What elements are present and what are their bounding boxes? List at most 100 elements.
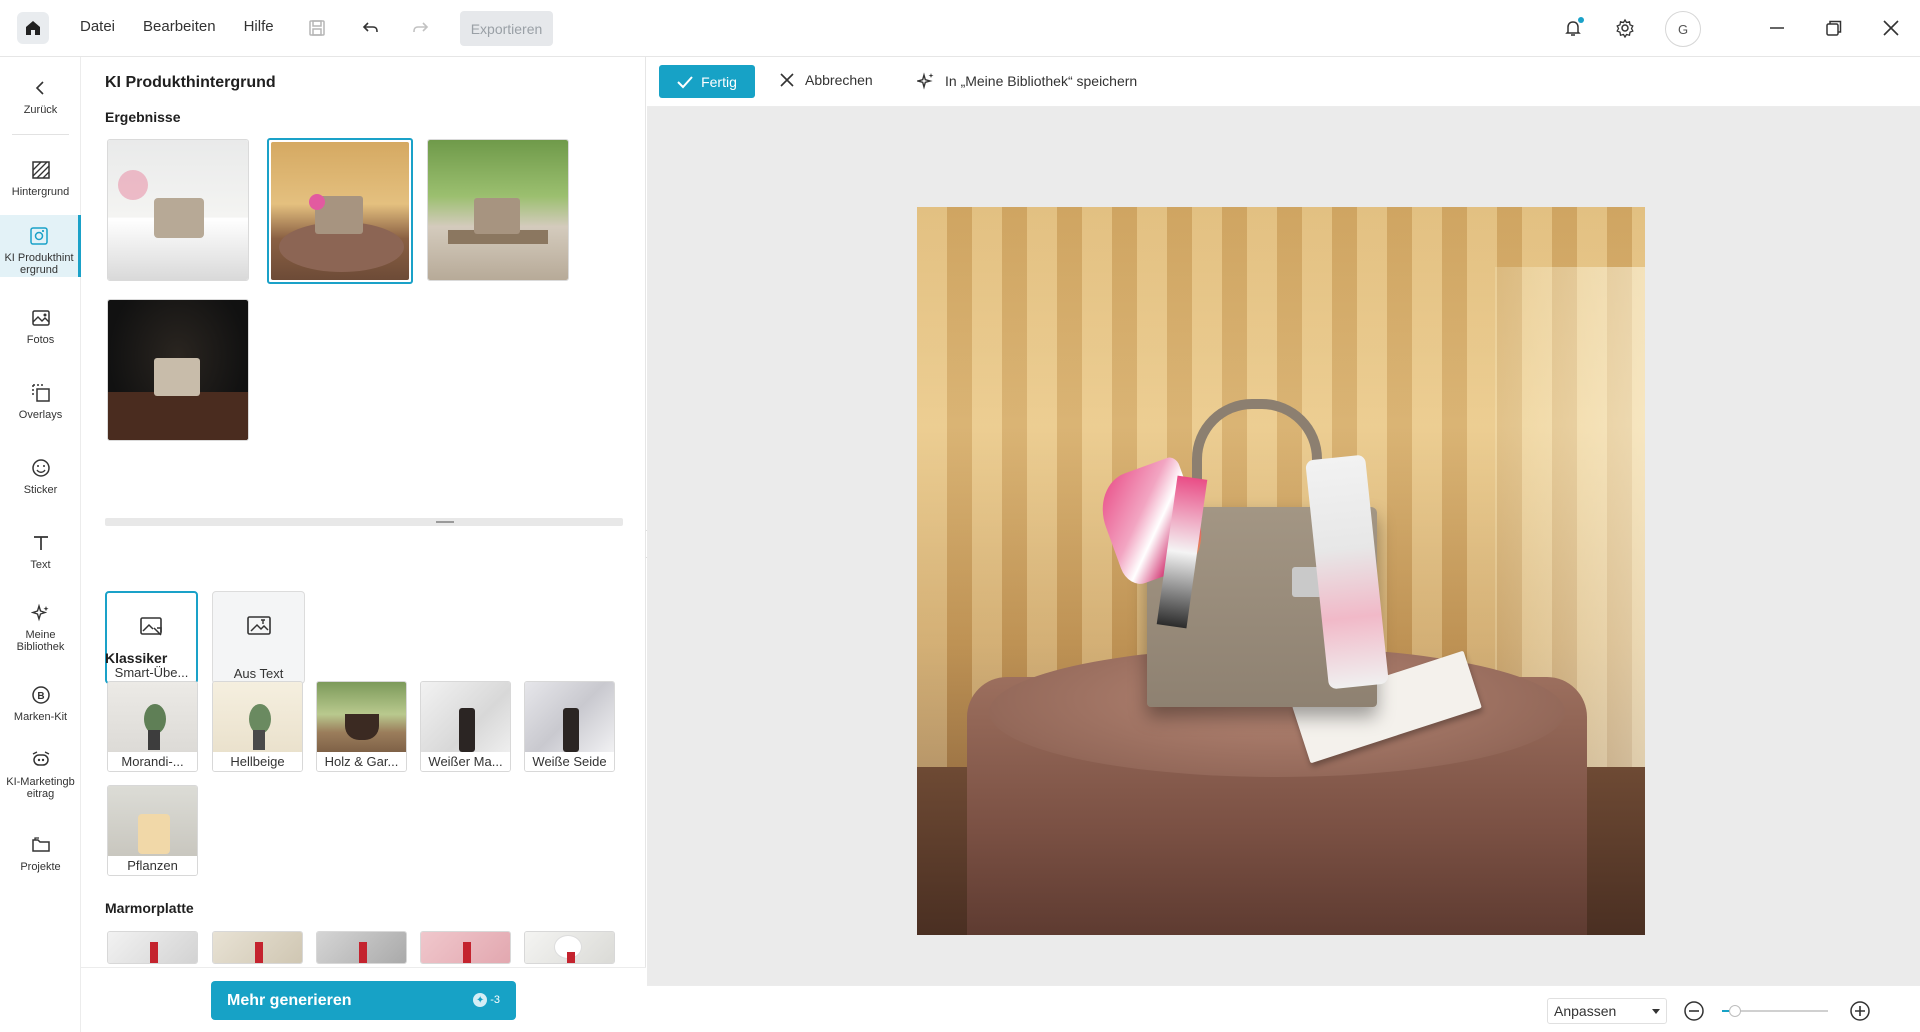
fit-select-value: Anpassen [1554, 1003, 1617, 1019]
rail-item-back[interactable]: Zurück [0, 77, 81, 116]
resize-grip [436, 521, 454, 523]
fit-select[interactable]: Anpassen [1547, 998, 1667, 1024]
mode-from-text-card[interactable]: Aus Text [212, 591, 305, 684]
mode-label: Smart-Übe... [114, 665, 189, 680]
chevron-left-icon [0, 77, 81, 99]
style-label: Holz & Gar... [317, 752, 406, 771]
classics-heading: Klassiker [105, 650, 168, 666]
marble-heading: Marmorplatte [105, 900, 194, 916]
main-menu: Datei Bearbeiten Hilfe [80, 18, 274, 35]
rail-item-projects[interactable]: Projekte [0, 834, 81, 873]
done-label: Fertig [701, 73, 737, 90]
rail-divider [12, 134, 69, 135]
rail-label: Marken-Kit [13, 711, 68, 723]
panel-title: KI Produkthintergrund [105, 74, 276, 91]
save-to-library-label: In „Meine Bibliothek“ speichern [945, 73, 1138, 89]
mode-label: Aus Text [233, 666, 284, 681]
rail-item-ai-marketing[interactable]: KI-Marketingb eitrag [0, 749, 81, 800]
rail-item-sticker[interactable]: Sticker [0, 457, 81, 496]
style-tile[interactable]: Hellbeige [212, 681, 303, 772]
close-icon [780, 73, 794, 87]
sparkle-library-icon [0, 602, 81, 624]
rail-item-text[interactable]: Text [0, 532, 81, 571]
rail-label: Meine Bibliothek [16, 629, 65, 653]
avatar[interactable]: G [1665, 11, 1701, 47]
restore-window-icon[interactable] [1822, 16, 1846, 40]
rail-label: Hintergrund [11, 186, 70, 198]
zoom-slider-handle[interactable] [1728, 1005, 1741, 1017]
result-thumbnail[interactable] [107, 139, 249, 281]
style-label: Weiße Seide [525, 752, 614, 771]
marble-tile[interactable] [524, 931, 615, 964]
rail-item-overlays[interactable]: Overlays [0, 382, 81, 421]
style-label: Morandi-... [108, 752, 197, 771]
save-to-library-button[interactable]: In „Meine Bibliothek“ speichern [917, 72, 1137, 90]
minimize-icon[interactable] [1765, 16, 1789, 40]
cancel-label: Abbrechen [805, 72, 873, 88]
mode-smart-card[interactable]: Smart-Übe... [105, 591, 198, 684]
folder-icon [0, 834, 81, 856]
rail-item-photos[interactable]: Fotos [0, 307, 81, 346]
style-label: Weißer Ma... [421, 752, 510, 771]
gear-icon[interactable] [1613, 16, 1637, 40]
redo-icon[interactable] [409, 16, 433, 40]
zoom-out-icon[interactable] [1682, 999, 1706, 1023]
rail-label: Sticker [23, 484, 58, 496]
undo-icon[interactable] [358, 16, 382, 40]
svg-text:B: B [37, 691, 44, 702]
marble-tile[interactable] [316, 931, 407, 964]
save-icon[interactable] [305, 16, 329, 40]
check-icon [677, 75, 693, 88]
rail-label: KI-Marketingb eitrag [6, 776, 75, 800]
rail-item-ai-product-background[interactable]: KI Produkthint ergrund [0, 215, 81, 277]
top-bar: Datei Bearbeiten Hilfe Exportieren G [0, 0, 1920, 57]
rail-item-background[interactable]: Hintergrund [0, 159, 81, 198]
notification-bell-icon[interactable] [1561, 16, 1585, 40]
style-tile[interactable]: Holz & Gar... [316, 681, 407, 772]
credit-cost: ✦ -3 [473, 993, 500, 1007]
chevron-down-icon [1652, 1009, 1660, 1014]
menu-file[interactable]: Datei [80, 18, 115, 35]
cancel-button[interactable]: Abbrechen [779, 72, 873, 88]
style-tile[interactable]: Weißer Ma... [420, 681, 511, 772]
style-tile[interactable]: Pflanzen [107, 785, 198, 876]
credit-cost-value: -3 [490, 994, 500, 1006]
style-tile[interactable]: Weiße Seide [524, 681, 615, 772]
menu-edit[interactable]: Bearbeiten [143, 18, 216, 35]
marble-tile[interactable] [420, 931, 511, 964]
rail-item-brand-kit[interactable]: B Marken-Kit [0, 684, 81, 723]
zoom-in-icon[interactable] [1848, 999, 1872, 1023]
style-label: Hellbeige [213, 752, 302, 771]
close-icon[interactable] [1879, 16, 1903, 40]
rail-label: Projekte [20, 861, 61, 873]
overlays-icon [0, 382, 81, 404]
zoom-bar: Anpassen [647, 985, 1920, 1032]
home-icon [26, 21, 40, 35]
rail-label: Text [30, 559, 51, 571]
generate-more-button[interactable]: Mehr generieren ✦ -3 [211, 981, 516, 1020]
marble-tile[interactable] [107, 931, 198, 964]
home-button[interactable] [17, 12, 49, 44]
credit-icon: ✦ [473, 993, 488, 1007]
panel-resize-divider[interactable] [105, 518, 623, 526]
photo-icon [0, 307, 81, 329]
menu-help[interactable]: Hilfe [244, 18, 274, 35]
smart-image-icon [107, 615, 196, 643]
brand-kit-icon: B [0, 684, 81, 706]
rail-label: Fotos [26, 334, 55, 346]
result-thumbnail[interactable] [427, 139, 569, 281]
zoom-slider[interactable] [1722, 1005, 1828, 1017]
sticker-icon [0, 457, 81, 479]
text-icon [0, 532, 81, 554]
marble-tile[interactable] [212, 931, 303, 964]
app-window: Datei Bearbeiten Hilfe Exportieren G Zur… [0, 0, 1920, 1032]
style-tile[interactable]: Morandi-... [107, 681, 198, 772]
done-button[interactable]: Fertig [659, 65, 755, 98]
results-heading: Ergebnisse [105, 109, 181, 125]
rail-item-my-library[interactable]: Meine Bibliothek [0, 602, 81, 653]
result-thumbnail[interactable] [107, 299, 249, 441]
product-photo[interactable] [917, 207, 1645, 935]
background-icon [0, 159, 81, 181]
export-button[interactable]: Exportieren [460, 11, 553, 46]
result-thumbnail-selected[interactable] [267, 138, 413, 284]
